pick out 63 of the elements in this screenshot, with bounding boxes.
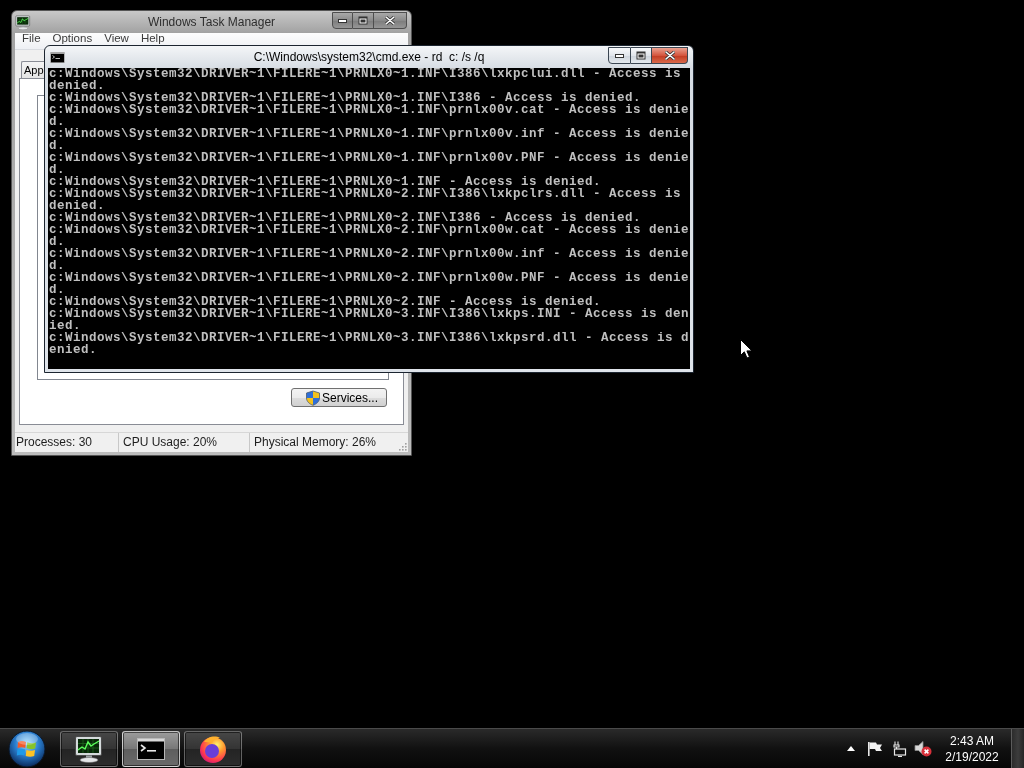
minimize-button[interactable]	[332, 12, 353, 29]
clock-button[interactable]: 2:43 AM 2/19/2022	[942, 732, 1002, 765]
monitor-graph-icon	[74, 734, 104, 763]
start-orb-icon	[8, 729, 46, 768]
console-line: denied.	[49, 80, 105, 92]
console-line: c:Windows\System32\DRIVER~1\FILERE~1\PRNLX0~2.INF\I386\lxkpclrs.dll - Access is	[49, 188, 683, 200]
menu-item[interactable]: View	[98, 33, 135, 44]
console-line: c:Windows\System32\DRIVER~1\FILERE~1\PRNLX0~1.INF\prnlx00v.cat - Access is denie	[49, 104, 690, 116]
minimize-icon	[338, 18, 347, 23]
console-line: c:Windows\System32\DRIVER~1\FILERE~1\PRNLX0~1.INF\prnlx00v.PNF - Access is denie	[49, 152, 690, 164]
status-field: CPU Usage: 20%	[118, 433, 249, 452]
maximize-button[interactable]	[353, 12, 374, 29]
close-icon	[385, 16, 395, 25]
taskbar-button[interactable]	[184, 730, 242, 767]
minimize-icon	[615, 53, 624, 58]
caret-up-icon[interactable]	[847, 746, 855, 751]
console-line: c:Windows\System32\DRIVER~1\FILERE~1\PRNLX0~3.INF\I386\lxkps.INI - Access is den	[49, 308, 690, 320]
console-window-icon	[50, 51, 65, 63]
console-line: c:Windows\System32\DRIVER~1\FILERE~1\PRNLX0~3.INF\I386\lxkpsrd.dll - Access is d	[49, 332, 690, 344]
console-line: c:Windows\System32\DRIVER~1\FILERE~1\PRNLX0~2.INF\I386 - Access is denied.	[49, 212, 643, 224]
console-line: ied.	[49, 320, 81, 332]
resize-grip-icon[interactable]	[396, 440, 407, 451]
console-line: c:Windows\System32\DRIVER~1\FILERE~1\PRNLX0~1.INF\I386 - Access is denied.	[49, 92, 643, 104]
window-title: C:\Windows\system32\cmd.exe - rd c: /s /q	[253, 49, 485, 65]
shield-icon	[305, 389, 321, 406]
console-line: c:Windows\System32\DRIVER~1\FILERE~1\PRNLX0~2.INF\prnlx00w.PNF - Access is denie	[49, 272, 690, 284]
close-button[interactable]	[374, 12, 407, 29]
network-icon[interactable]	[891, 740, 907, 757]
console-line: enied.	[49, 344, 97, 356]
maximize-icon	[636, 51, 646, 60]
window-title: Windows Task Manager	[147, 14, 276, 30]
console-line: d.	[49, 140, 65, 152]
start-button[interactable]	[6, 729, 48, 768]
console-line: c:Windows\System32\DRIVER~1\FILERE~1\PRNLX0~2.INF\prnlx00w.cat - Access is denie	[49, 224, 690, 236]
console-line: d.	[49, 236, 65, 248]
menu-item[interactable]: Help	[134, 33, 171, 44]
mouse-pointer-icon	[740, 339, 753, 359]
console-line: c:Windows\System32\DRIVER~1\FILERE~1\PRNLX0~1.INF - Access is denied.	[49, 176, 603, 188]
speaker-muted-icon[interactable]	[914, 740, 932, 757]
monitor-graph-icon	[15, 14, 31, 30]
maximize-icon	[358, 16, 368, 25]
close-icon	[664, 51, 675, 60]
tab[interactable]: App	[21, 61, 44, 79]
console-line: c:Windows\System32\DRIVER~1\FILERE~1\PRNLX0~2.INF\prnlx00w.inf - Access is denie	[49, 248, 690, 260]
console-line: d.	[49, 284, 65, 296]
console-line: denied.	[49, 200, 105, 212]
console-line: d.	[49, 116, 65, 128]
console-line: d.	[49, 260, 65, 272]
console-window-icon	[137, 737, 165, 760]
console-line: c:Windows\System32\DRIVER~1\FILERE~1\PRNLX0~2.INF - Access is denied.	[49, 296, 602, 308]
console-line: d.	[49, 164, 65, 176]
taskbar-button[interactable]	[122, 730, 180, 767]
status-field: Processes: 30	[15, 433, 118, 452]
services-button[interactable]: Services...	[291, 388, 387, 407]
console-line: c:Windows\System32\DRIVER~1\FILERE~1\PRNLX0~1.INF\I386\lxkpclui.dll - Access is	[49, 68, 683, 80]
minimize-button[interactable]	[608, 47, 631, 64]
menu-item[interactable]: File	[16, 33, 47, 44]
flag-icon[interactable]	[867, 741, 883, 756]
close-button[interactable]	[652, 47, 688, 64]
menu-item[interactable]: Options	[46, 33, 99, 44]
maximize-button[interactable]	[631, 47, 652, 64]
taskbar-button[interactable]	[60, 730, 118, 767]
console-line: c:Windows\System32\DRIVER~1\FILERE~1\PRNLX0~1.INF\prnlx00v.inf - Access is denie	[49, 128, 690, 140]
